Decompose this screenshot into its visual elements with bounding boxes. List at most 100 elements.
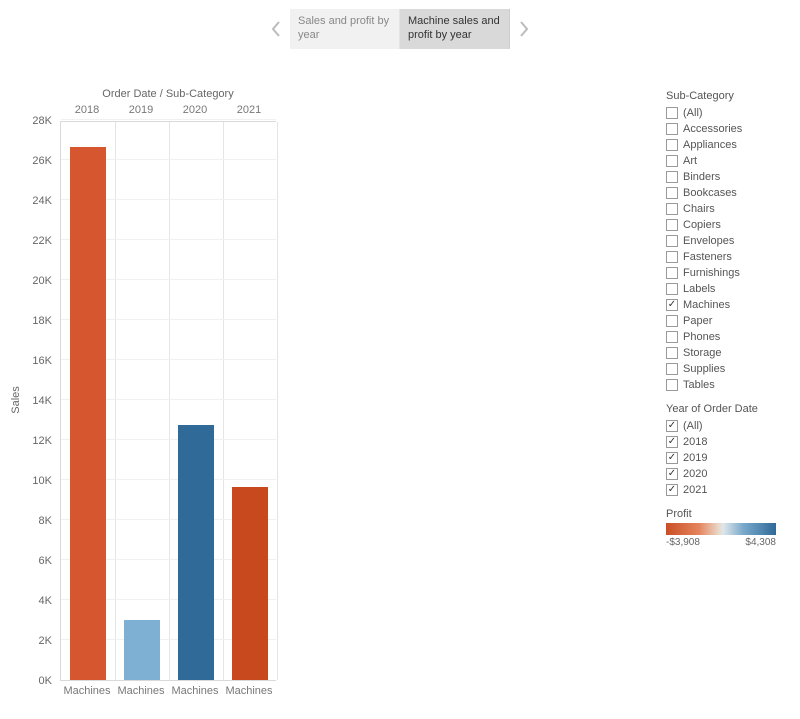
y-tick: 28K xyxy=(2,115,52,127)
checkbox-label: 2021 xyxy=(683,484,707,496)
y-tick: 6K xyxy=(2,555,52,567)
checkbox-label: Fasteners xyxy=(683,251,732,263)
legend-title: Profit xyxy=(666,508,786,520)
subcategory-item[interactable]: Accessories xyxy=(666,121,786,137)
tab-sales-profit[interactable]: Sales and profit by year xyxy=(290,9,400,49)
x-sub-label: Machines xyxy=(222,685,276,697)
bar[interactable] xyxy=(232,487,268,680)
checkbox-icon xyxy=(666,155,678,167)
y-tick: 4K xyxy=(2,595,52,607)
checkbox-icon xyxy=(666,123,678,135)
subcategory-item[interactable]: Labels xyxy=(666,281,786,297)
y-tick: 24K xyxy=(2,195,52,207)
subcategory-item[interactable]: Copiers xyxy=(666,217,786,233)
year-item[interactable]: 2019 xyxy=(666,450,786,466)
subcategory-item[interactable]: Storage xyxy=(666,345,786,361)
prev-tab-arrow[interactable] xyxy=(262,9,290,49)
filter-year: Year of Order Date (All) 2018 2019 2020 2021 xyxy=(666,403,786,498)
checkbox-icon xyxy=(666,484,678,496)
column-header: 2020 xyxy=(168,104,222,116)
subcategory-item[interactable]: Fasteners xyxy=(666,249,786,265)
subcategory-item[interactable]: Bookcases xyxy=(666,185,786,201)
checkbox-label: Phones xyxy=(683,331,720,343)
bar[interactable] xyxy=(178,425,214,680)
checkbox-label: Labels xyxy=(683,283,715,295)
checkbox-icon xyxy=(666,363,678,375)
story-tabs: Sales and profit by year Machine sales a… xyxy=(0,6,800,52)
checkbox-icon xyxy=(666,203,678,215)
column-header: 2018 xyxy=(60,104,114,116)
checkbox-label: Furnishings xyxy=(683,267,740,279)
checkbox-icon xyxy=(666,219,678,231)
subcategory-item[interactable]: Appliances xyxy=(666,137,786,153)
checkbox-icon xyxy=(666,187,678,199)
year-item[interactable]: 2021 xyxy=(666,482,786,498)
subcategory-item[interactable]: Paper xyxy=(666,313,786,329)
subcategory-item[interactable]: (All) xyxy=(666,105,786,121)
checkbox-label: Envelopes xyxy=(683,235,734,247)
checkbox-icon xyxy=(666,107,678,119)
checkbox-icon xyxy=(666,171,678,183)
bar-chart xyxy=(60,121,276,681)
year-item[interactable]: (All) xyxy=(666,418,786,434)
tab-machine-sales-profit[interactable]: Machine sales and profit by year xyxy=(400,9,510,49)
subcategory-item[interactable]: Envelopes xyxy=(666,233,786,249)
bar[interactable] xyxy=(124,620,160,680)
chevron-right-icon xyxy=(518,20,530,38)
x-sub-label: Machines xyxy=(60,685,114,697)
checkbox-icon xyxy=(666,283,678,295)
profit-max: $4,308 xyxy=(745,537,776,548)
tab-label: Machine sales and profit by year xyxy=(408,15,501,43)
side-panel: Sub-Category (All) Accessories AppliancesA… xyxy=(666,90,786,558)
subcategory-item[interactable]: Art xyxy=(666,153,786,169)
subcategory-item[interactable]: Machines xyxy=(666,297,786,313)
filter-title: Year of Order Date xyxy=(666,403,786,415)
checkbox-icon xyxy=(666,436,678,448)
y-tick: 18K xyxy=(2,315,52,327)
y-tick: 16K xyxy=(2,355,52,367)
column-header: 2021 xyxy=(222,104,276,116)
profit-scale-labels: -$3,908 $4,308 xyxy=(666,537,776,548)
subcategory-item[interactable]: Tables xyxy=(666,377,786,393)
year-item[interactable]: 2020 xyxy=(666,466,786,482)
subcategory-item[interactable]: Chairs xyxy=(666,201,786,217)
subcategory-item[interactable]: Binders xyxy=(666,169,786,185)
checkbox-label: Paper xyxy=(683,315,712,327)
y-axis-ticks: 0K2K4K6K8K10K12K14K16K18K20K22K24K26K28K xyxy=(0,121,56,681)
y-tick: 26K xyxy=(2,155,52,167)
checkbox-icon xyxy=(666,452,678,464)
subcategory-item[interactable]: Supplies xyxy=(666,361,786,377)
filter-title: Sub-Category xyxy=(666,90,786,102)
subcategory-item[interactable]: Phones xyxy=(666,329,786,345)
checkbox-label: 2020 xyxy=(683,468,707,480)
y-tick: 22K xyxy=(2,235,52,247)
checkbox-label: Copiers xyxy=(683,219,721,231)
y-tick: 12K xyxy=(2,435,52,447)
checkbox-icon xyxy=(666,251,678,263)
chevron-left-icon xyxy=(270,20,282,38)
checkbox-label: 2018 xyxy=(683,436,707,448)
color-legend: Profit -$3,908 $4,308 xyxy=(666,508,786,548)
checkbox-label: Bookcases xyxy=(683,187,737,199)
y-tick: 2K xyxy=(2,635,52,647)
checkbox-label: Binders xyxy=(683,171,720,183)
checkbox-label: (All) xyxy=(683,420,703,432)
y-tick: 0K xyxy=(2,675,52,687)
checkbox-icon xyxy=(666,267,678,279)
subcategory-item[interactable]: Furnishings xyxy=(666,265,786,281)
checkbox-label: 2019 xyxy=(683,452,707,464)
checkbox-label: Storage xyxy=(683,347,722,359)
checkbox-label: Accessories xyxy=(683,123,742,135)
bar[interactable] xyxy=(70,147,106,680)
checkbox-icon xyxy=(666,139,678,151)
next-tab-arrow[interactable] xyxy=(510,9,538,49)
checkbox-label: (All) xyxy=(683,107,703,119)
year-item[interactable]: 2018 xyxy=(666,434,786,450)
checkbox-icon xyxy=(666,420,678,432)
profit-min: -$3,908 xyxy=(666,537,700,548)
checkbox-label: Chairs xyxy=(683,203,715,215)
filter-sub-category: Sub-Category (All) Accessories AppliancesA… xyxy=(666,90,786,393)
x-sub-label: Machines xyxy=(168,685,222,697)
checkbox-icon xyxy=(666,331,678,343)
y-tick: 8K xyxy=(2,515,52,527)
